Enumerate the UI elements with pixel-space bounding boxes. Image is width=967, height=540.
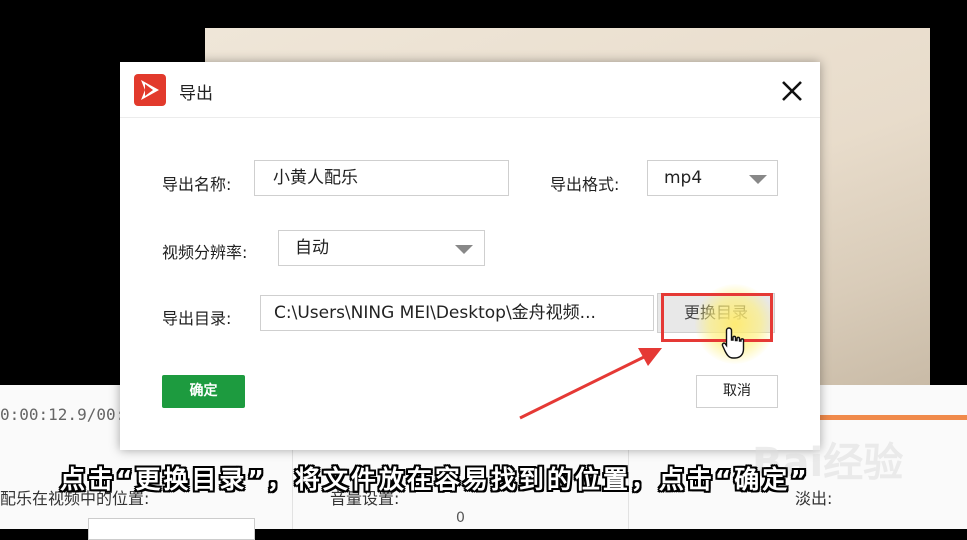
tutorial-caption: 点击“更换目录”，将文件放在容易找到的位置，点击“确定” <box>60 465 810 494</box>
